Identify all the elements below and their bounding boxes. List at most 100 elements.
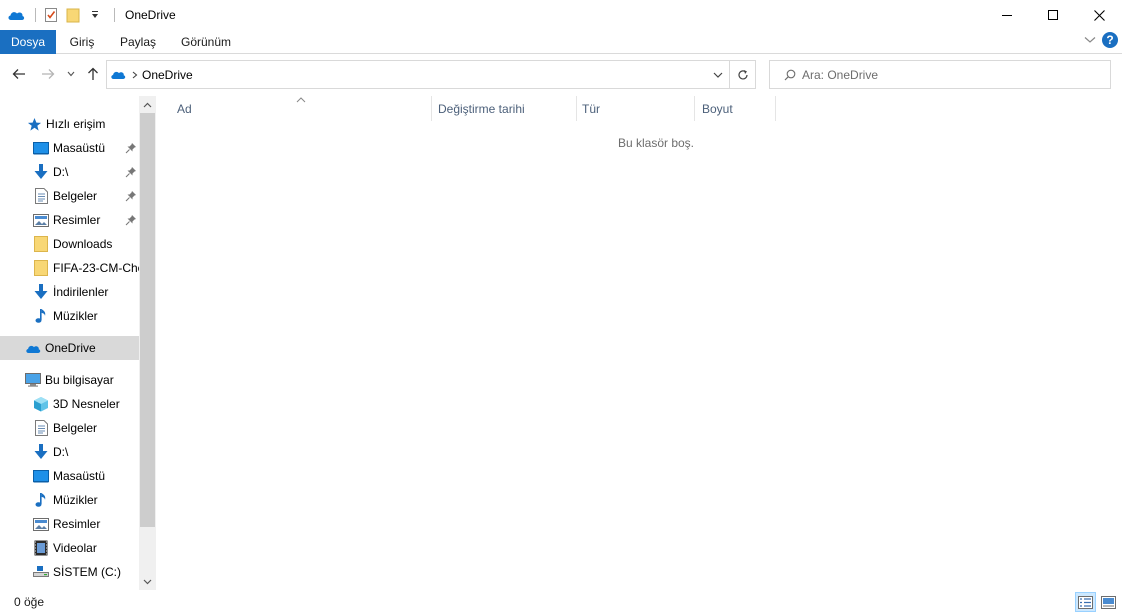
sidebar-item-documents[interactable]: Belgeler [0, 184, 139, 208]
onedrive-cloud-icon [7, 6, 25, 24]
sidebar-item-label: Resimler [53, 517, 101, 531]
sidebar-item-label: FIFA-23-CM-Che [53, 261, 139, 275]
sidebar-item-label: Masaüstü [53, 469, 106, 483]
title-bar: OneDrive [0, 0, 1122, 30]
expand-ribbon-chevron-icon[interactable] [1084, 33, 1096, 47]
search-box[interactable] [769, 60, 1111, 89]
sidebar-item-fifa-folder[interactable]: FIFA-23-CM-Che [0, 256, 139, 280]
sidebar-item-pictures-pc[interactable]: Resimler [0, 512, 139, 536]
details-view-icon[interactable] [1075, 592, 1096, 612]
sidebar-item-music-pc[interactable]: Müzikler [0, 488, 139, 512]
recent-locations-chevron-icon[interactable] [64, 59, 78, 89]
onedrive-cloud-icon [110, 69, 126, 80]
sidebar-item-label: OneDrive [45, 341, 96, 355]
pin-icon[interactable] [125, 142, 137, 154]
sidebar-item-label: İndirilenler [53, 285, 109, 299]
column-header-name[interactable]: Ad [177, 96, 432, 121]
sidebar-scrollbar[interactable] [139, 96, 156, 590]
close-button[interactable] [1076, 0, 1122, 30]
sidebar-item-label: 3D Nesneler [53, 397, 120, 411]
pictures-icon [32, 211, 50, 229]
drive-icon [32, 563, 50, 581]
sidebar-item-label: SİSTEM (C:) [53, 565, 121, 579]
sidebar-item-d-drive-pc[interactable]: D:\ [0, 440, 139, 464]
column-header-date-modified[interactable]: Değiştirme tarihi [438, 96, 576, 121]
tab-file[interactable]: Dosya [0, 30, 56, 54]
customize-toolbar-chevron-icon[interactable] [86, 6, 104, 24]
sidebar-item-documents-pc[interactable]: Belgeler [0, 416, 139, 440]
download-arrow-icon [32, 443, 50, 461]
sidebar-item-label: D:\ [53, 165, 69, 179]
download-arrow-icon [32, 283, 50, 301]
computer-icon [24, 371, 42, 389]
help-icon[interactable]: ? [1102, 32, 1118, 48]
sidebar-item-label: Bu bilgisayar [45, 373, 114, 387]
tab-home[interactable]: Giriş [58, 30, 106, 54]
address-dropdown-chevron-icon[interactable] [707, 61, 729, 88]
forward-arrow-icon[interactable] [37, 59, 59, 89]
sidebar-item-label: Downloads [53, 237, 113, 251]
documents-icon [32, 419, 50, 437]
sidebar-item-pictures[interactable]: Resimler [0, 208, 139, 232]
scroll-down-arrow-icon[interactable] [139, 573, 156, 590]
column-header-size[interactable]: Boyut [702, 96, 775, 121]
search-input[interactable] [802, 67, 1092, 82]
maximize-button[interactable] [1030, 0, 1076, 30]
ribbon: Dosya Giriş Paylaş Görünüm ? [0, 30, 1122, 54]
sidebar-item-3d-objects[interactable]: 3D Nesneler [0, 392, 139, 416]
navigation-pane: Hızlı erişim Masaüstü D:\ Belgeler Resim… [0, 96, 156, 590]
scroll-up-arrow-icon[interactable] [139, 96, 156, 113]
item-count: 0 öğe [14, 595, 45, 609]
onedrive-cloud-icon [24, 339, 42, 357]
folder-icon [32, 235, 50, 253]
refresh-icon[interactable] [729, 61, 755, 88]
tab-share[interactable]: Paylaş [112, 30, 164, 54]
new-folder-icon[interactable] [64, 6, 82, 24]
breadcrumb-chevron-icon[interactable] [132, 71, 138, 79]
tab-view[interactable]: Görünüm [172, 30, 240, 54]
file-list-pane[interactable]: Ad Değiştirme tarihi Tür Boyut Bu klasör… [156, 96, 1122, 590]
3d-objects-icon [32, 395, 50, 413]
sidebar-item-this-pc[interactable]: Bu bilgisayar [0, 368, 139, 392]
sidebar-item-quick-access[interactable]: Hızlı erişim [0, 112, 139, 136]
sidebar-item-videos[interactable]: Videolar [0, 536, 139, 560]
large-icons-view-icon[interactable] [1098, 592, 1119, 612]
desktop-icon [32, 139, 50, 157]
desktop-icon [32, 467, 50, 485]
sidebar-item-onedrive[interactable]: OneDrive [0, 336, 139, 360]
up-arrow-icon[interactable] [83, 59, 103, 89]
navigation-bar: OneDrive [0, 59, 1122, 91]
scrollbar-thumb[interactable] [140, 113, 155, 527]
sidebar-item-label: Müzikler [53, 493, 98, 507]
sidebar-item-label: Resimler [53, 213, 101, 227]
sidebar-item-label: D:\ [53, 445, 69, 459]
sidebar-item-desktop-pc[interactable]: Masaüstü [0, 464, 139, 488]
back-arrow-icon[interactable] [8, 59, 30, 89]
pin-icon[interactable] [125, 190, 137, 202]
sidebar-item-label: Müzikler [53, 309, 98, 323]
sidebar-item-desktop[interactable]: Masaüstü [0, 136, 139, 160]
pictures-icon [32, 515, 50, 533]
pin-icon[interactable] [125, 214, 137, 226]
sidebar-item-indirilenler[interactable]: İndirilenler [0, 280, 139, 304]
pin-icon[interactable] [125, 166, 137, 178]
search-icon [784, 69, 796, 81]
properties-icon[interactable] [42, 6, 60, 24]
window-title: OneDrive [125, 8, 176, 22]
documents-icon [32, 187, 50, 205]
videos-icon [32, 539, 50, 557]
sidebar-item-downloads[interactable]: Downloads [0, 232, 139, 256]
sidebar-item-label: Hızlı erişim [46, 117, 106, 131]
music-icon [32, 491, 50, 509]
music-icon [32, 307, 50, 325]
sidebar-item-d-drive[interactable]: D:\ [0, 160, 139, 184]
minimize-button[interactable] [984, 0, 1030, 30]
address-bar[interactable]: OneDrive [106, 60, 756, 89]
breadcrumb-onedrive[interactable]: OneDrive [142, 68, 193, 82]
download-arrow-icon [32, 163, 50, 181]
sidebar-item-music[interactable]: Müzikler [0, 304, 139, 328]
sidebar-item-system-drive[interactable]: SİSTEM (C:) [0, 560, 139, 584]
status-bar: 0 öğe [0, 590, 1122, 614]
sidebar-item-label: Masaüstü [53, 141, 106, 155]
column-header-type[interactable]: Tür [582, 96, 694, 121]
